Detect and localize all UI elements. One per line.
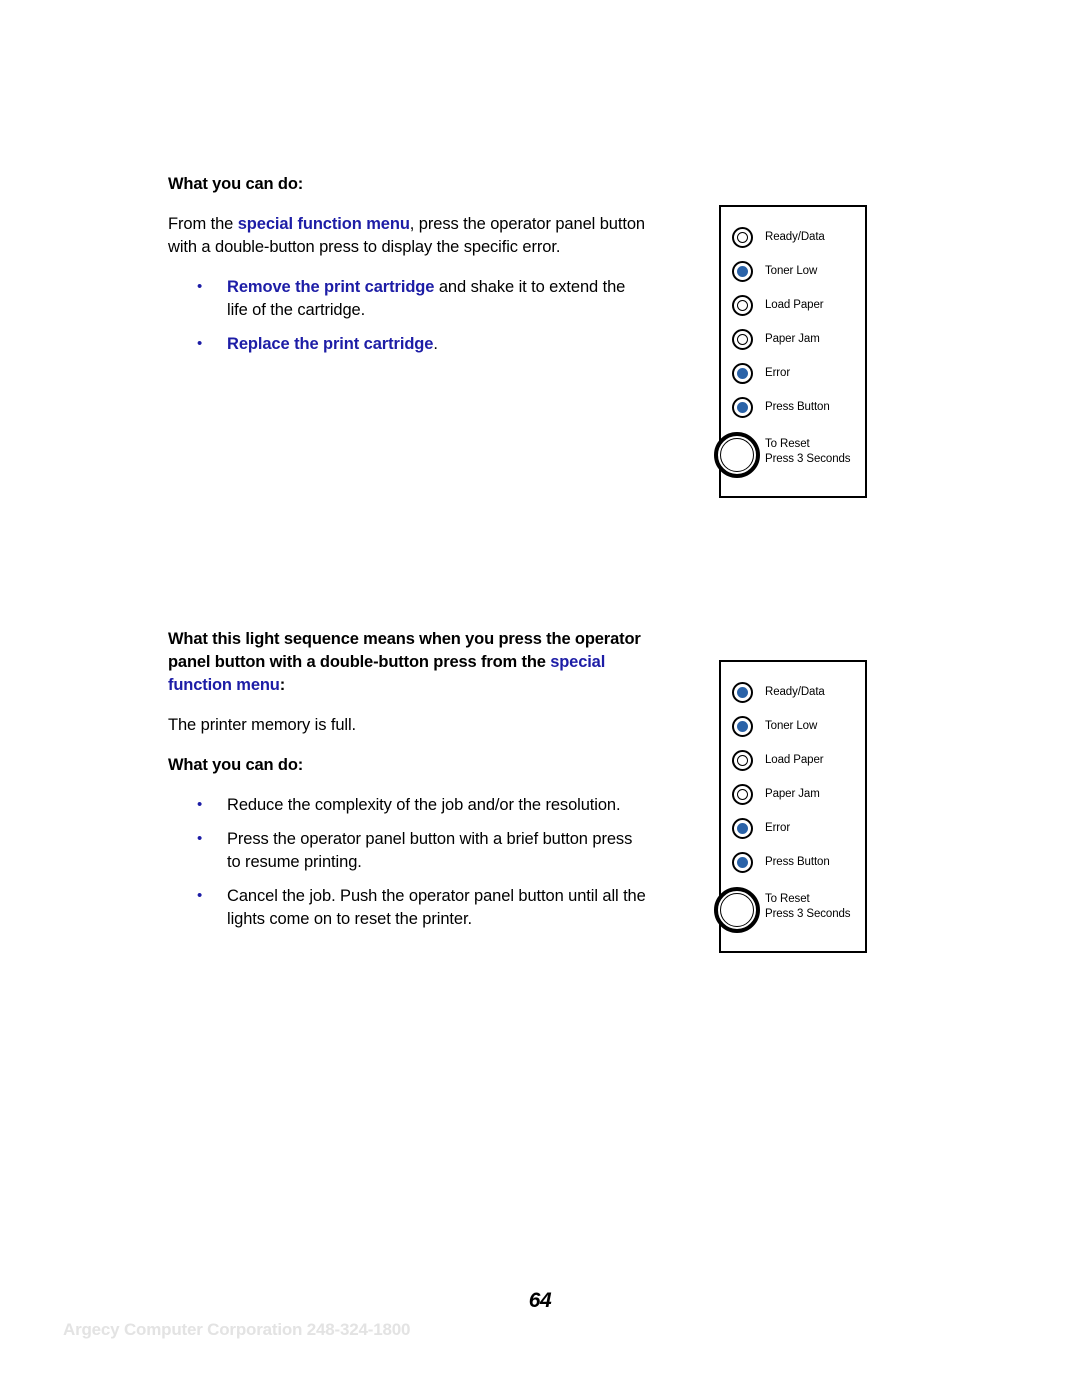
reset-line-two: Press 3 Seconds xyxy=(765,453,851,465)
led-label: Toner Low xyxy=(765,265,818,277)
bullet-text: Cancel the job. Push the operator panel … xyxy=(227,887,646,928)
reset-instruction: To Reset Press 3 Seconds xyxy=(765,892,851,922)
led-row-paper-jam: Paper Jam xyxy=(721,322,865,356)
led-label: Press Button xyxy=(765,401,830,413)
led-row-load-paper: Load Paper xyxy=(721,288,865,322)
led-row-paper-jam: Paper Jam xyxy=(721,777,865,811)
reset-line-one: To Reset xyxy=(765,893,810,905)
led-indicator-press-button-icon xyxy=(732,851,753,873)
led-row-toner-low: Toner Low xyxy=(721,709,865,743)
section-one-block: What you can do: From the special functi… xyxy=(168,173,648,367)
led-row-press-button: Press Button xyxy=(721,845,865,879)
led-label: Load Paper xyxy=(765,299,824,311)
led-label: Paper Jam xyxy=(765,333,820,345)
led-indicator-error-icon xyxy=(732,362,753,384)
led-label: Load Paper xyxy=(765,754,824,766)
led-label: Error xyxy=(765,367,791,379)
led-indicator-ready-data-icon xyxy=(732,226,753,248)
list-item: Reduce the complexity of the job and/or … xyxy=(168,793,648,817)
section-two-subheading: What you can do: xyxy=(168,756,304,774)
led-indicator-load-paper-icon xyxy=(732,749,753,771)
led-label: Paper Jam xyxy=(765,788,820,800)
reset-line-two: Press 3 Seconds xyxy=(765,908,851,920)
reset-button-icon[interactable] xyxy=(714,887,760,933)
led-row-press-button: Press Button xyxy=(721,390,865,424)
printer-operator-panel-diagram-1: Ready/Data Toner Low Load Paper Paper Ja… xyxy=(714,205,867,498)
footer-credit: Argecy Computer Corporation 248-324-1800 xyxy=(63,1320,411,1339)
led-label: Toner Low xyxy=(765,720,818,732)
section-two-bullet-list: Reduce the complexity of the job and/or … xyxy=(168,793,648,931)
reset-instruction: To Reset Press 3 Seconds xyxy=(765,437,851,467)
section-two-meaning: The printer memory is full. xyxy=(168,716,357,734)
led-row-toner-low: Toner Low xyxy=(721,254,865,288)
printer-operator-panel-diagram-2: Ready/Data Toner Low Load Paper Paper Ja… xyxy=(714,660,867,953)
led-indicator-error-icon xyxy=(732,817,753,839)
led-indicator-toner-low-icon xyxy=(732,715,753,737)
led-label: Ready/Data xyxy=(765,231,825,243)
led-label: Ready/Data xyxy=(765,686,825,698)
led-indicator-paper-jam-icon xyxy=(732,328,753,350)
bullet-bold-link[interactable]: Replace the print cartridge xyxy=(227,335,433,353)
led-row-load-paper: Load Paper xyxy=(721,743,865,777)
page-number: 64 xyxy=(528,1289,552,1312)
list-item: Press the operator panel button with a b… xyxy=(168,827,648,874)
led-row-error: Error xyxy=(721,356,865,390)
bullet-bold-link[interactable]: Remove the print cartridge xyxy=(227,278,434,296)
heading-text-after: : xyxy=(279,676,286,694)
led-indicator-paper-jam-icon xyxy=(732,783,753,805)
led-row-ready-data: Ready/Data xyxy=(721,220,865,254)
led-indicator-ready-data-icon xyxy=(732,681,753,703)
paragraph-text-before: From the xyxy=(168,215,238,233)
special-function-menu-link[interactable]: special function menu xyxy=(238,215,410,233)
list-item: Cancel the job. Push the operator panel … xyxy=(168,884,648,931)
reset-button-area: To Reset Press 3 Seconds xyxy=(714,424,865,496)
led-indicator-load-paper-icon xyxy=(732,294,753,316)
led-label: Error xyxy=(765,822,791,834)
bullet-text: . xyxy=(433,335,438,353)
led-row-error: Error xyxy=(721,811,865,845)
section-one-paragraph: From the special function menu, press th… xyxy=(168,213,648,259)
reset-line-one: To Reset xyxy=(765,438,810,450)
bullet-text: Press the operator panel button with a b… xyxy=(227,830,633,871)
reset-button-icon[interactable] xyxy=(714,432,760,478)
led-label: Press Button xyxy=(765,856,830,868)
section-two-heading: What this light sequence means when you … xyxy=(168,628,648,697)
section-one-heading: What you can do: xyxy=(168,175,304,193)
section-one-bullet-list: Remove the print cartridge and shake it … xyxy=(168,275,648,356)
reset-button-area: To Reset Press 3 Seconds xyxy=(714,879,865,951)
list-item: Replace the print cartridge. xyxy=(168,332,648,356)
led-row-ready-data: Ready/Data xyxy=(721,675,865,709)
led-indicator-press-button-icon xyxy=(732,396,753,418)
section-two-block: What this light sequence means when you … xyxy=(168,628,648,942)
led-indicator-toner-low-icon xyxy=(732,260,753,282)
list-item: Remove the print cartridge and shake it … xyxy=(168,275,648,322)
bullet-text: Reduce the complexity of the job and/or … xyxy=(227,796,621,814)
